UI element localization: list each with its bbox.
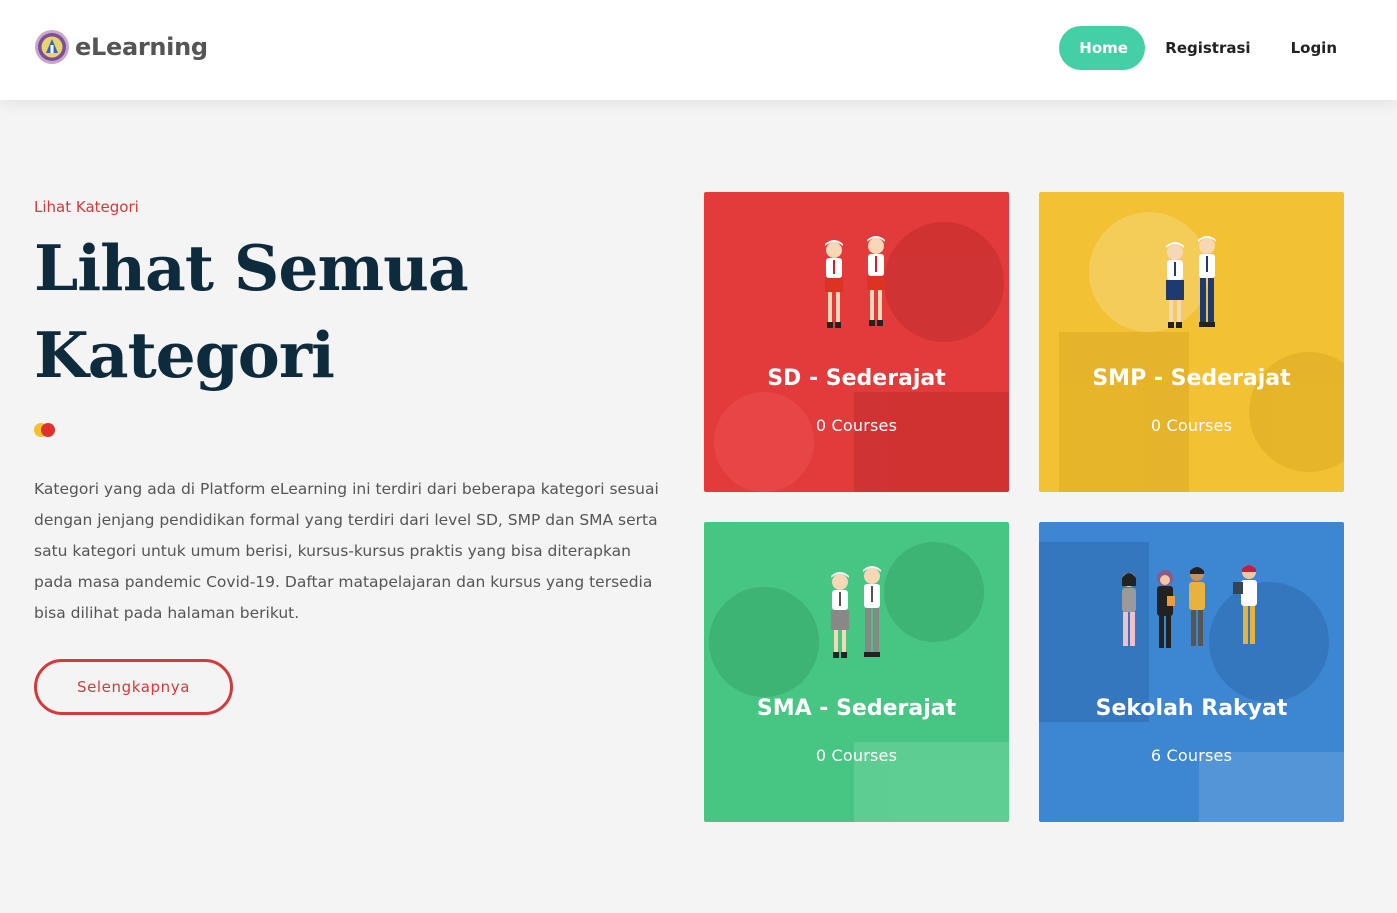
elementary-students-icon	[825, 236, 885, 328]
card-title: SMP - Sederajat	[1092, 366, 1291, 391]
selengkapnya-button[interactable]: Selengkapnya	[34, 659, 233, 715]
main-nav: Home Registrasi Login	[1059, 26, 1357, 70]
category-card-sma[interactable]: SMA - Sederajat 0 Courses	[704, 522, 1009, 822]
brand-name: eLearning	[75, 33, 208, 61]
section-eyebrow: Lihat Kategori	[34, 198, 139, 216]
senior-high-students-icon	[831, 566, 881, 658]
nav-registrasi[interactable]: Registrasi	[1145, 26, 1270, 70]
page-title: Lihat Semua Kategori	[34, 231, 469, 392]
nav-home[interactable]: Home	[1059, 26, 1146, 70]
category-card-smp[interactable]: SMP - Sederajat 0 Courses	[1039, 192, 1344, 492]
top-header: eLearning Home Registrasi Login	[0, 0, 1397, 100]
section-description: Kategori yang ada di Platform eLearning …	[34, 480, 659, 622]
nav-login[interactable]: Login	[1271, 26, 1357, 70]
adult-learners-icon	[1122, 565, 1257, 648]
card-course-count: 0 Courses	[815, 746, 898, 765]
card-title: Sekolah Rakyat	[1095, 696, 1288, 721]
category-card-sd[interactable]: SD - Sederajat 0 Courses	[704, 192, 1009, 492]
decorative-dots	[34, 422, 58, 438]
brand-logo[interactable]: eLearning	[33, 28, 208, 66]
card-course-count: 0 Courses	[815, 416, 898, 435]
junior-high-students-icon	[1166, 236, 1216, 328]
university-emblem-icon	[35, 30, 69, 64]
card-title: SMA - Sederajat	[756, 696, 957, 721]
red-dot	[41, 423, 55, 437]
category-card-sekolah-rakyat[interactable]: Sekolah Rakyat 6 Courses	[1039, 522, 1344, 822]
card-course-count: 0 Courses	[1150, 416, 1233, 435]
card-course-count: 6 Courses	[1150, 746, 1233, 765]
card-title: SD - Sederajat	[767, 366, 946, 391]
